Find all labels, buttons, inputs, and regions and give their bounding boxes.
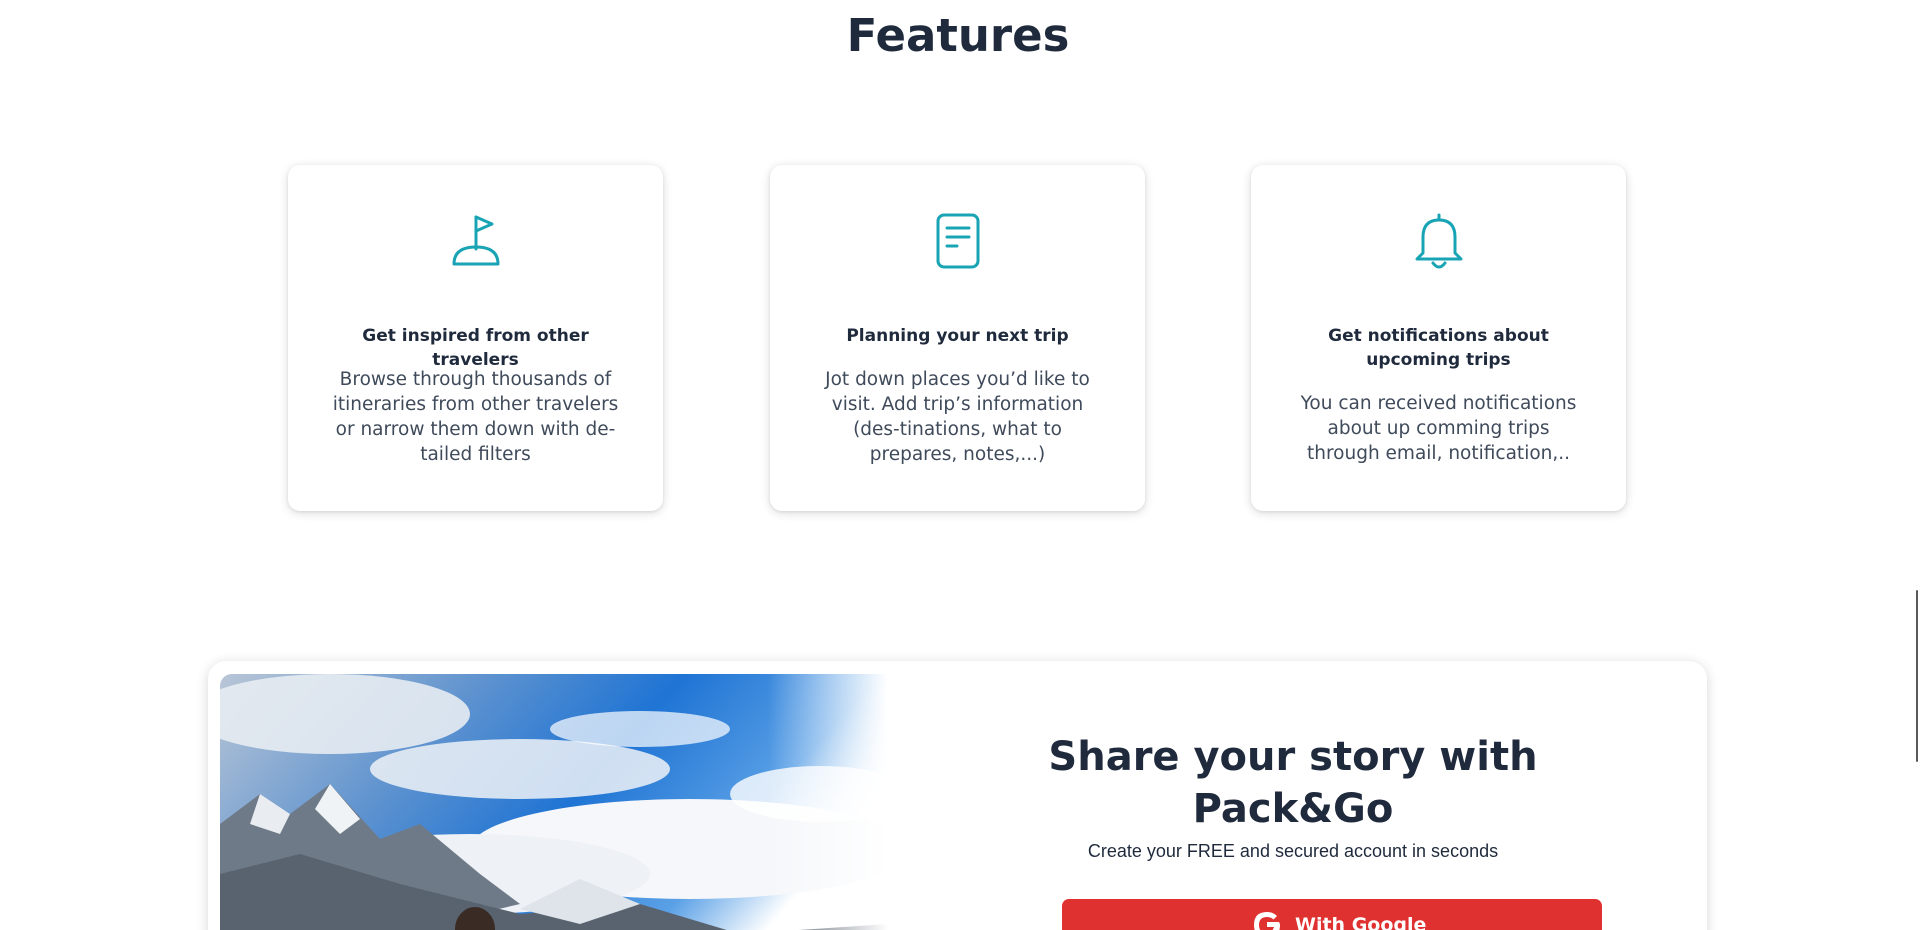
features-title: Features [846,9,1070,62]
feature-card-notifications: Get notifications about upcoming trips Y… [1251,165,1626,511]
feature-card-title: Planning your next trip [846,326,1069,346]
google-button-label: With Google [1295,914,1427,930]
flag-icon [446,211,506,271]
feature-card-title: Get notifications about upcoming trips [1328,326,1549,370]
page-scrollbar[interactable] [1912,0,1920,930]
signup-cta-panel: Share your story with Pack&Go Create you… [208,661,1707,930]
google-signup-button[interactable]: With Google [1062,899,1602,930]
cta-subheading: Create your FREE and secured account in … [1087,841,1499,861]
feature-card-planning: Planning your next trip Jot down places … [770,165,1145,511]
bell-icon [1409,211,1469,271]
cta-heading: Share your story with Pack&Go [1048,734,1538,832]
page: Features Get inspired from other travele… [0,0,1920,930]
google-icon [1249,907,1285,930]
hiker-mountain-photo [220,674,888,930]
feature-card-inspired: Get inspired from other travelers Browse… [288,165,663,511]
feature-card-description: Browse through thousands of itineraries … [332,369,619,465]
scrollbar-thumb[interactable] [1916,590,1918,762]
feature-card-description: You can received notifications about up … [1300,393,1577,464]
document-icon [928,211,988,271]
feature-card-description: Jot down places you’d like to visit. Add… [825,369,1090,465]
feature-card-title: Get inspired from other travelers [362,326,589,370]
